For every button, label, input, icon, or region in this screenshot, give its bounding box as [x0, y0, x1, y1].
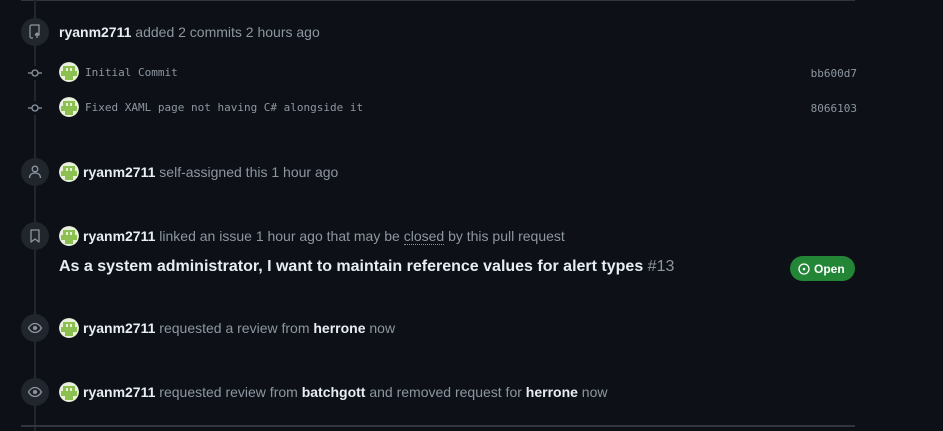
eye-icon — [21, 378, 49, 406]
bookmark-icon — [21, 222, 49, 250]
commit-sha-link[interactable]: bb600d7 — [811, 67, 857, 80]
issue-status-badge: Open — [790, 256, 855, 281]
event-action: self-assigned this — [159, 164, 268, 180]
avatar[interactable] — [59, 62, 79, 82]
event-action: requested review from — [159, 384, 298, 400]
issue-number-link[interactable]: #13 — [648, 258, 675, 275]
event-action: requested a review from — [159, 320, 310, 336]
event-user-link[interactable]: ryanm2711 — [83, 164, 155, 180]
event-user-link[interactable]: ryanm2711 — [83, 228, 155, 244]
event-timestamp[interactable]: 1 hour ago — [271, 164, 338, 180]
event-timestamp[interactable]: now — [369, 320, 395, 336]
event-user-link[interactable]: ryanm2711 — [59, 24, 131, 40]
commit-message-link[interactable]: Initial Commit — [85, 66, 178, 79]
issue-status-label: Open — [814, 261, 845, 276]
event-action-mid: and removed request for — [369, 384, 522, 400]
event-action: added 2 commits — [135, 24, 242, 40]
avatar[interactable] — [59, 226, 79, 246]
reviewer-link[interactable]: herrone — [313, 320, 365, 336]
commit-row: Initial Commit — [59, 62, 178, 82]
git-commit-icon — [28, 101, 42, 115]
event-action-after: by this pull request — [448, 228, 565, 244]
review-change-event: ryanm2711 requested review from batchgot… — [59, 382, 607, 402]
person-icon — [21, 158, 49, 186]
event-action-mid: that may be — [326, 228, 400, 244]
avatar[interactable] — [59, 162, 79, 182]
commit-message-link[interactable]: Fixed XAML page not having C# alongside … — [85, 101, 363, 114]
linked-issue-title: As a system administrator, I want to mai… — [59, 258, 674, 276]
issue-opened-icon — [798, 262, 810, 275]
linked-issue-event: ryanm2711 linked an issue 1 hour ago tha… — [59, 226, 565, 246]
event-action: linked an issue — [159, 228, 252, 244]
bottom-divider — [21, 425, 855, 427]
removed-reviewer-link[interactable]: herrone — [526, 384, 578, 400]
commit-row: Fixed XAML page not having C# alongside … — [59, 97, 363, 117]
event-timestamp[interactable]: 2 hours ago — [246, 24, 320, 40]
git-commit-icon — [28, 66, 42, 80]
commit-sha-link[interactable]: 8066103 — [811, 102, 857, 115]
repo-push-icon — [21, 18, 49, 46]
commits-added-event: ryanm2711 added 2 commits 2 hours ago — [59, 24, 320, 40]
top-divider — [21, 0, 855, 1]
pr-timeline: ryanm2711 added 2 commits 2 hours ago In… — [0, 0, 943, 431]
self-assigned-event: ryanm2711 self-assigned this 1 hour ago — [59, 162, 338, 182]
event-user-link[interactable]: ryanm2711 — [83, 320, 155, 336]
issue-title-link[interactable]: As a system administrator, I want to mai… — [59, 258, 643, 275]
review-request-event: ryanm2711 requested a review from herron… — [59, 318, 395, 338]
eye-icon — [21, 314, 49, 342]
avatar[interactable] — [59, 97, 79, 117]
avatar[interactable] — [59, 318, 79, 338]
added-reviewer-link[interactable]: batchgott — [302, 384, 366, 400]
event-timestamp[interactable]: 1 hour ago — [256, 228, 323, 244]
timeline-line — [34, 0, 36, 431]
event-user-link[interactable]: ryanm2711 — [83, 384, 155, 400]
event-timestamp[interactable]: now — [582, 384, 608, 400]
closed-keyword-tooltip[interactable]: closed — [403, 228, 445, 245]
avatar[interactable] — [59, 382, 79, 402]
